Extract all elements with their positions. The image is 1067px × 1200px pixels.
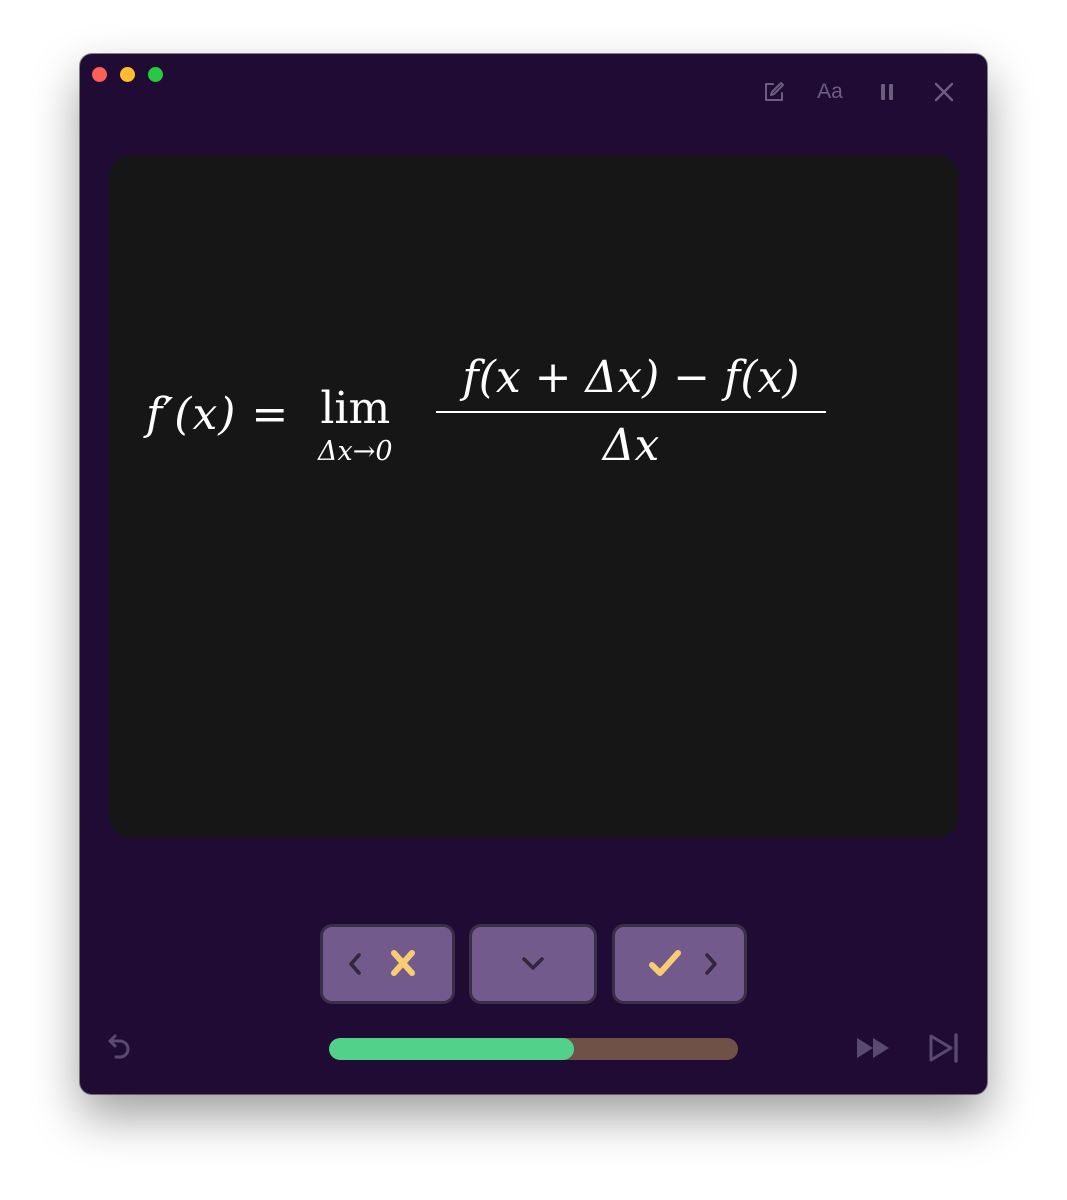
check-icon [648,950,681,976]
fraction-bar [436,411,826,413]
window-zoom-dot[interactable] [148,67,163,82]
chevron-down-icon [522,957,544,970]
progress-fill [329,1038,575,1060]
limit-label: lim [320,383,391,434]
formula-lhs: f′(x) = [146,389,290,440]
flip-card-button[interactable] [469,924,597,1004]
font-size-button[interactable]: Aa [816,78,844,106]
limit-operator: lim Δx→0 [318,385,393,467]
limit-subscript: Δx→0 [318,436,393,467]
window-close-dot[interactable] [92,67,107,82]
close-icon[interactable] [930,78,958,106]
session-progress-bar [329,1038,738,1060]
flashcard[interactable]: f′(x) = lim Δx→0 f(x + Δx) − f(x) Δx [109,155,959,838]
fraction-denominator: Δx [602,420,660,471]
font-size-label: Aa [817,80,843,103]
fraction-numerator: f(x + Δx) − f(x) [462,352,800,403]
fast-forward-icon[interactable] [855,1036,893,1065]
pause-icon[interactable] [873,78,901,106]
skip-end-icon[interactable] [928,1033,960,1068]
difference-quotient: f(x + Δx) − f(x) Δx [436,351,826,473]
flashcard-window: Aa f′(x) = lim Δx→0 f(x + Δx) − f(x) Δx [80,54,987,1094]
previous-wrong-button[interactable] [320,924,455,1004]
chevron-right-icon [704,953,717,975]
x-icon [390,950,415,976]
window-minimize-dot[interactable] [120,67,135,82]
chevron-left-icon [348,953,361,975]
undo-icon[interactable] [103,1032,133,1067]
correct-next-button[interactable] [612,924,747,1004]
edit-icon[interactable] [760,78,788,106]
